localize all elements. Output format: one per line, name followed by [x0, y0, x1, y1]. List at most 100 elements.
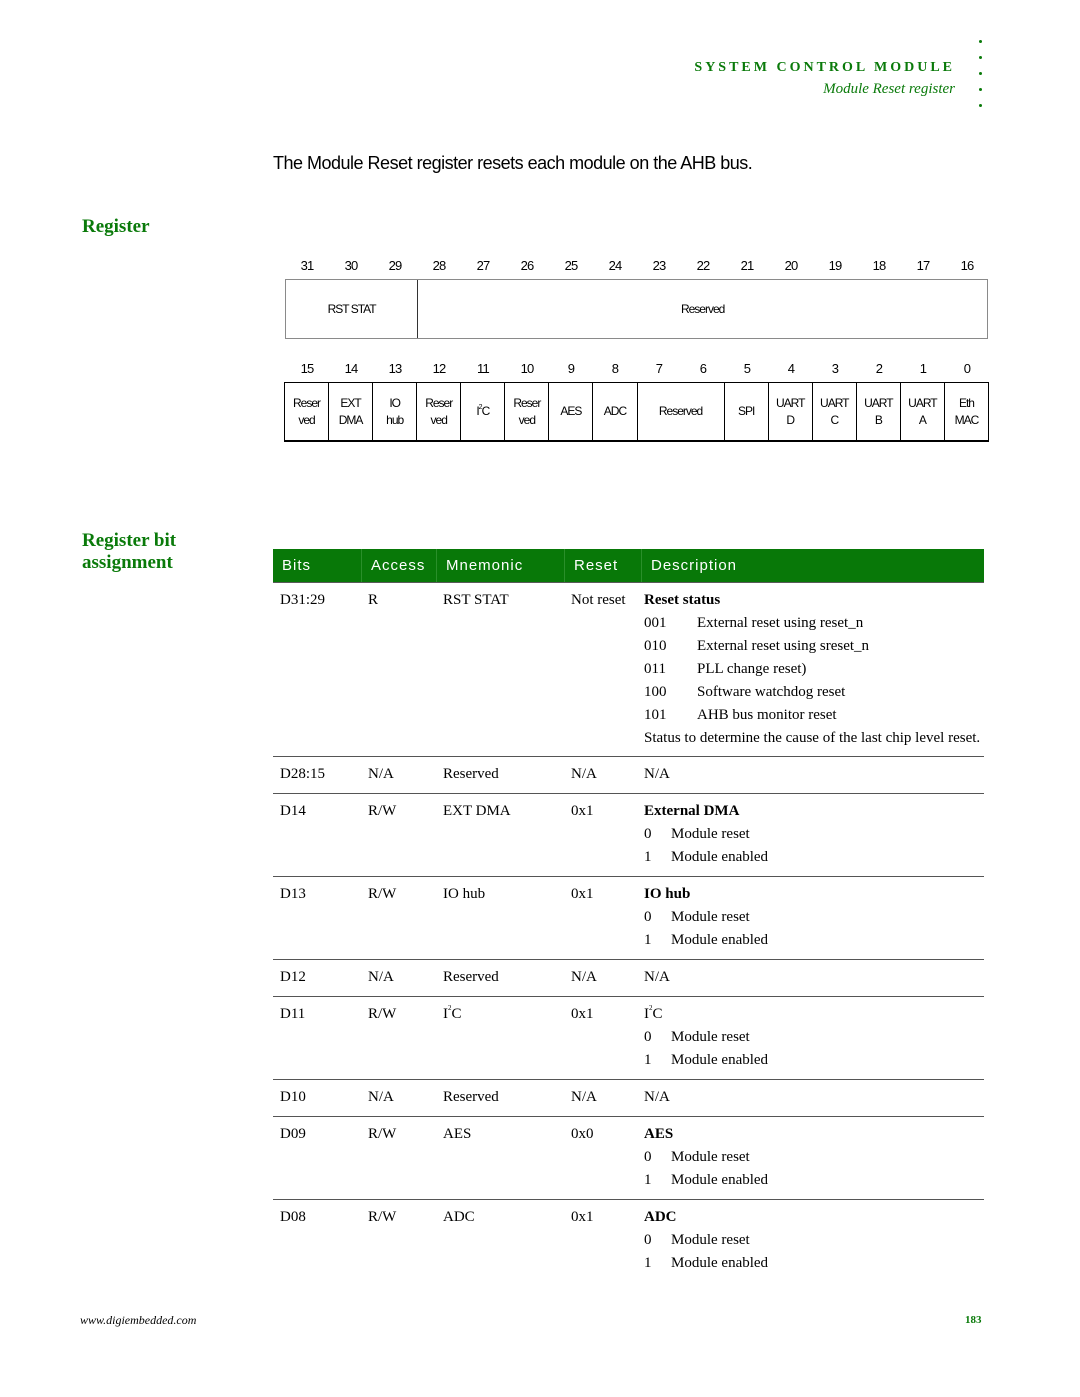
bit-number: 22 [696, 258, 711, 273]
field-label-line2: ved [518, 412, 536, 427]
value-code: 1 [644, 1172, 652, 1188]
value-code: 0 [644, 909, 652, 925]
value-code: 1 [644, 849, 652, 865]
value-definition: 1 Module enabled [644, 846, 984, 869]
register-field: AES [548, 383, 592, 440]
field-label-line1: Reser [293, 395, 321, 410]
col-header-description: Description [641, 549, 984, 582]
cell-access: R/W [368, 803, 397, 819]
bit-number: 7 [655, 361, 663, 376]
cell-access: R/W [368, 886, 397, 902]
table-row: D10 N/A Reserved N/A N/A [273, 1080, 984, 1117]
cell-mnemonic: AES [443, 1126, 472, 1142]
cell-reset: 0x0 [571, 1126, 594, 1142]
value-definition: 1 Module enabled [644, 1169, 984, 1192]
cell-description: AES 0 Module reset 1 Module enabled [641, 1123, 984, 1192]
description-note: Status to determine the cause of the las… [644, 730, 981, 746]
value-meaning: Module enabled [671, 1172, 769, 1188]
bit-number: 5 [743, 361, 751, 376]
cell-mnemonic: RST STAT [443, 592, 509, 608]
bit-numbers-high: 31 30 29 28 27 26 25 24 23 22 21 20 19 18 17 16 [285, 258, 989, 273]
field-label-line2: C [830, 412, 839, 427]
value-definition: 0 Module reset [644, 823, 984, 846]
field-label: I2C [476, 403, 490, 420]
field-label-line2: D [786, 412, 795, 427]
value-definition: 100 Software watchdog reset [644, 681, 984, 704]
value-meaning: Module reset [671, 1232, 750, 1248]
bit-number: 31 [300, 258, 315, 273]
value-code: 1 [644, 932, 652, 948]
bit-number: 28 [432, 258, 447, 273]
field-label-line1: Eth [958, 395, 975, 410]
value-meaning: Module enabled [671, 1255, 769, 1271]
bit-number: 18 [872, 258, 887, 273]
register-high-half: RST STAT Reserved [285, 279, 988, 339]
value-definition: 001 External reset using reset_n [644, 612, 984, 635]
register-field: Reserved [416, 383, 460, 440]
cell-access: N/A [368, 1089, 394, 1105]
cell-mnemonic: ADC [443, 1209, 475, 1225]
bit-number: 4 [787, 361, 795, 376]
value-meaning: External reset using sreset_n [697, 638, 870, 654]
header-dot-leader-icon [979, 40, 985, 120]
value-meaning: PLL change reset) [697, 661, 807, 677]
field-label-line1: SPI [737, 404, 755, 418]
table-row: D13 R/W IO hub 0x1 IO hub 0 Module reset 1 Modul… [273, 877, 984, 960]
register-field: EXT DMA [328, 383, 372, 440]
field-label-line2: MAC [954, 412, 980, 427]
cell-access: R [368, 592, 379, 608]
value-code: 1 [644, 1052, 652, 1068]
cell-reset: 0x1 [571, 803, 594, 819]
value-code: 0 [644, 1029, 652, 1045]
table-row: D14 R/W EXT DMA 0x1 External DMA 0 Module rese… [273, 794, 984, 877]
table-row: D11 R/W I2C 0x1 I2C 0 Module reset 1 Module enab… [273, 997, 984, 1080]
cell-description: N/A [641, 966, 984, 989]
register-field: IO hub [372, 383, 416, 440]
heading-line-2: assignment [82, 552, 173, 573]
cell-description: Reset status 001 External reset using rese… [641, 589, 984, 749]
register-field: Reserved [417, 280, 987, 338]
cell-bits: D08 [280, 1209, 306, 1225]
bit-number: 14 [344, 361, 359, 376]
value-definition: 0 Module reset [644, 906, 984, 929]
bit-number: 16 [960, 258, 975, 273]
table-row: D08 R/W ADC 0x1 ADC 0 Module reset 1 Module enab… [273, 1200, 984, 1282]
field-label-line1: UART [820, 395, 849, 410]
register-field: Eth MAC [943, 383, 988, 440]
field-label-line1: EXT [340, 395, 361, 410]
value-code: 0 [644, 1149, 652, 1165]
register-field: UART B [855, 383, 900, 440]
value-meaning: External reset using reset_n [697, 615, 864, 631]
bit-number: 23 [652, 258, 667, 273]
value-definition: 1 Module enabled [644, 1252, 984, 1275]
field-label-line2: B [874, 412, 883, 427]
heading-register: Register [82, 216, 150, 237]
bit-number: 6 [699, 361, 707, 376]
register-field: Reser ved [285, 383, 328, 440]
value-code: 1 [644, 1255, 652, 1271]
cell-description: ADC 0 Module reset 1 Module enabled [641, 1206, 984, 1275]
cell-reset: 0x1 [571, 1209, 594, 1225]
bit-number: 19 [828, 258, 843, 273]
description-title: AES [644, 1126, 674, 1142]
register-field: UART D [767, 383, 812, 440]
cell-bits: D14 [280, 803, 306, 819]
desc-tail: C [652, 1006, 663, 1022]
bit-number: 30 [344, 258, 359, 273]
col-header-access: Access [361, 549, 436, 582]
field-label-line2: ved [298, 412, 315, 427]
bit-number: 29 [388, 258, 403, 273]
footer-url: www.digiembedded.com [80, 1313, 197, 1327]
value-meaning: Module reset [671, 1149, 750, 1165]
register-field: Reserved [636, 383, 724, 440]
bit-number: 26 [520, 258, 535, 273]
cell-mnemonic: Reserved [443, 766, 499, 782]
cell-reset: N/A [571, 1089, 597, 1105]
value-definition: 1 Module enabled [644, 1049, 984, 1072]
value-definition: 010 External reset using sreset_n [644, 635, 984, 658]
bit-number: 17 [916, 258, 931, 273]
bit-number: 21 [740, 258, 755, 273]
value-meaning: AHB bus monitor reset [697, 707, 837, 723]
register-field: UART A [899, 383, 944, 440]
field-label-line2: A [918, 412, 927, 427]
